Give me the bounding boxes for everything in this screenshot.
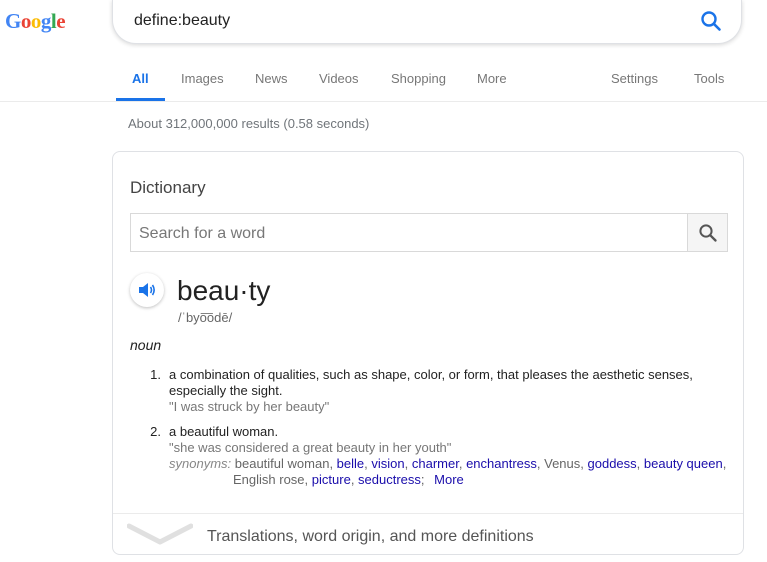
tab-images[interactable]: Images — [181, 71, 224, 86]
speaker-icon — [139, 283, 155, 297]
word-search-input[interactable]: Search for a word — [130, 213, 688, 252]
definition-text: a combination of qualities, such as shap… — [169, 367, 693, 398]
more-definitions-expander[interactable]: Translations, word origin, and more defi… — [113, 513, 743, 556]
tab-all[interactable]: All — [132, 71, 149, 86]
synonym-link[interactable]: vision — [371, 456, 404, 471]
search-box[interactable]: define:beauty — [112, 0, 742, 44]
logo-letter: g — [40, 9, 52, 33]
logo-letter: o — [20, 9, 32, 33]
tab-news[interactable]: News — [255, 71, 288, 86]
synonym-link[interactable]: belle — [337, 456, 364, 471]
definition-number: 1. — [150, 367, 161, 382]
logo-letter: e — [56, 9, 66, 33]
definition-example: "she was considered a great beauty in he… — [169, 440, 452, 455]
tab-settings[interactable]: Settings — [611, 71, 658, 86]
search-input[interactable]: define:beauty — [134, 12, 230, 30]
pronunciation-audio-button[interactable] — [130, 273, 164, 307]
synonym-link[interactable]: goddess — [588, 456, 637, 471]
tab-shopping[interactable]: Shopping — [391, 71, 446, 86]
tab-more[interactable]: More — [477, 71, 507, 86]
word-search-placeholder: Search for a word — [139, 225, 266, 242]
definition-number: 2. — [150, 424, 161, 439]
dictionary-card: Dictionary Search for a word beau·ty /ˈb… — [112, 151, 744, 555]
definition-text: a beautiful woman. — [169, 424, 279, 439]
card-title: Dictionary — [130, 178, 206, 197]
word-search-button[interactable] — [687, 213, 728, 252]
synonym-link[interactable]: seductress — [358, 472, 421, 487]
part-of-speech: noun — [130, 337, 162, 353]
logo-letter: o — [30, 9, 42, 33]
synonym: beautiful woman — [234, 456, 330, 471]
search-icon — [701, 11, 721, 31]
result-stats: About 312,000,000 results (0.58 seconds) — [128, 116, 370, 131]
search-tabs: All Images News Videos Shopping More Set… — [0, 60, 767, 102]
synonym: English rose — [233, 472, 305, 487]
synonyms-line: English rose, picture, seductress; More — [233, 472, 464, 487]
more-synonyms-link[interactable]: More — [434, 472, 464, 487]
phonetic-spelling: /ˈbyo͞odē/ — [178, 310, 233, 325]
synonym-link[interactable]: enchantress — [466, 456, 537, 471]
synonym: Venus — [544, 456, 581, 471]
logo-letter: G — [5, 9, 21, 33]
search-icon — [699, 224, 717, 242]
synonym-link[interactable]: beauty queen — [644, 456, 723, 471]
chevron-down-icon — [127, 523, 193, 545]
tab-tools[interactable]: Tools — [694, 71, 724, 86]
more-definitions-text: Translations, word origin, and more defi… — [207, 528, 534, 545]
headword: beau·ty — [177, 275, 271, 306]
synonyms-line: synonyms: beautiful woman, belle, vision… — [169, 456, 727, 471]
active-tab-indicator — [116, 98, 165, 101]
synonym-link[interactable]: picture — [312, 472, 351, 487]
search-button[interactable] — [699, 9, 723, 33]
synonym-link[interactable]: charmer — [412, 456, 459, 471]
tab-videos[interactable]: Videos — [319, 71, 359, 86]
definition-example: "I was struck by her beauty" — [169, 399, 330, 414]
google-logo[interactable]: Google — [5, 9, 66, 34]
synonyms-label: synonyms: — [169, 456, 232, 471]
